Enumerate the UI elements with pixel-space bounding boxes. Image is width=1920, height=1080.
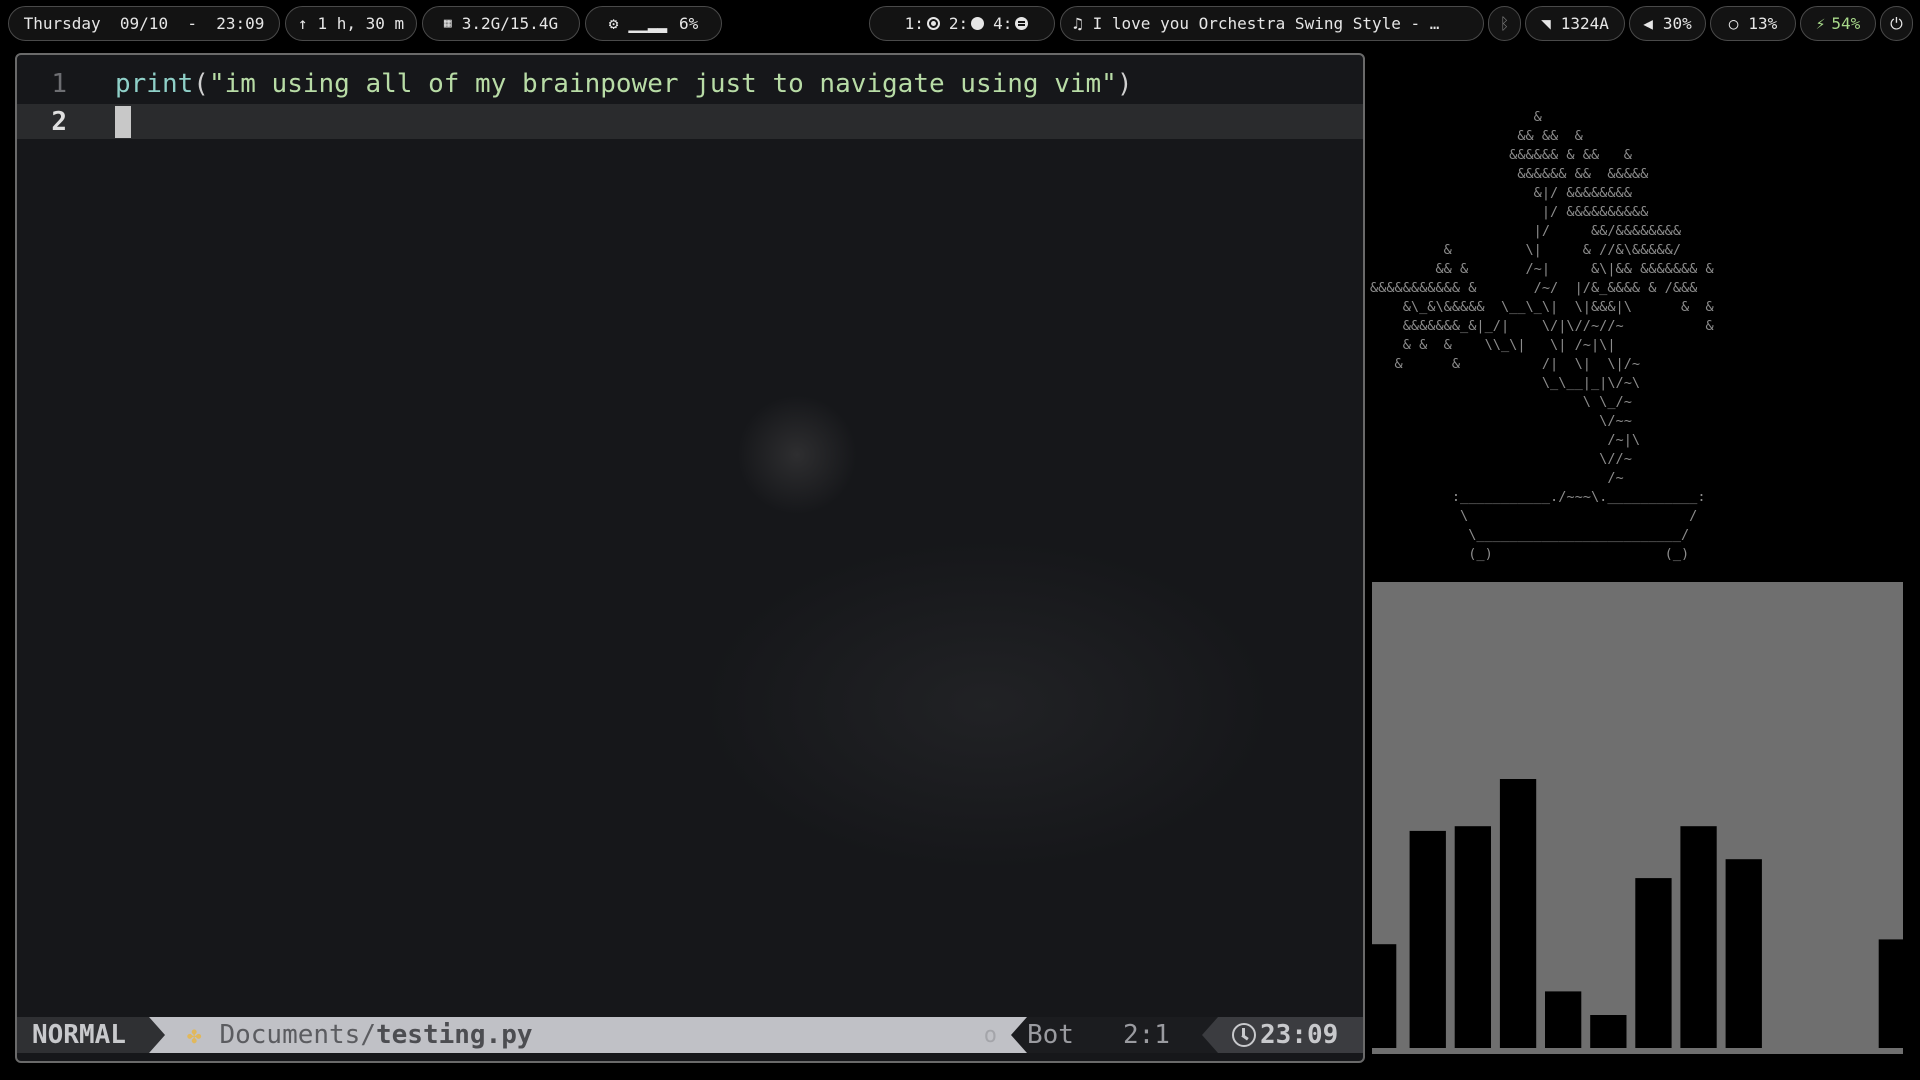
code-line-1[interactable]: 1 print("im using all of my brainpower j… — [17, 66, 1363, 101]
brightness-icon: ○ — [1728, 14, 1739, 33]
audio-visualizer — [1372, 582, 1903, 1054]
speaker-icon: ◀ — [1643, 14, 1653, 33]
arrow-up-icon: ↑ — [297, 14, 308, 33]
workspace-4[interactable]: 4: — [993, 14, 1012, 33]
spotify-icon[interactable] — [1015, 17, 1029, 30]
network-widget[interactable]: ◥ 1324A — [1525, 6, 1625, 41]
scroll-position: Bot — [1027, 1020, 1074, 1050]
music-note-icon: ♫ — [1073, 14, 1083, 33]
clock-text: 23:09 — [1260, 1020, 1339, 1050]
file-name: testing.py — [376, 1020, 533, 1050]
cpu-icon: ⚙ — [608, 14, 619, 33]
visualizer-bars — [1372, 779, 1903, 1048]
date-time-widget[interactable]: Thursday 09/10 - 23:09 — [8, 6, 280, 41]
visualizer-bar — [1635, 878, 1672, 1048]
file-directory: Documents/ — [219, 1020, 376, 1050]
volume-text: 30% — [1662, 14, 1692, 33]
file-path-section: ✤ Documents/testing.py o — [149, 1017, 1027, 1053]
memory-icon: ▦ — [443, 16, 452, 31]
network-text: 1324A — [1560, 14, 1609, 33]
visualizer-bar — [1409, 830, 1446, 1048]
status-bar: Thursday 09/10 - 23:09 ↑ 1 h, 30 m ▦ 3.2G/… — [0, 0, 1920, 47]
visualizer-bar — [1878, 939, 1903, 1048]
cpu-widget[interactable]: ⚙ ▁▁▂▂ 6% — [585, 6, 722, 41]
memory-widget[interactable]: ▦ 3.2G/15.4G — [422, 6, 580, 41]
brightness-widget[interactable]: ○ 13% — [1710, 6, 1796, 41]
media-widget[interactable]: ♫ I love you Orchestra Swing Style - … — [1060, 6, 1484, 41]
battery-text: 54% — [1831, 14, 1861, 33]
brightness-text: 13% — [1748, 14, 1778, 33]
uptime-widget[interactable]: ↑ 1 h, 30 m — [285, 6, 417, 41]
code-line-2[interactable]: 2 — [17, 104, 1363, 139]
line-number: 1 — [51, 68, 67, 99]
battery-widget[interactable]: ⚡ 54% — [1800, 6, 1876, 41]
visualizer-bar — [1725, 859, 1762, 1048]
cursor-position: 2:1 — [1123, 1020, 1170, 1050]
now-playing-text: I love you Orchestra Swing Style - … — [1092, 14, 1440, 33]
wallpaper-shape — [677, 525, 1297, 885]
cpu-percent: 6% — [678, 14, 699, 33]
vim-editor-window[interactable]: 1 print("im using all of my brainpower j… — [15, 53, 1365, 1063]
visualizer-bar — [1680, 826, 1717, 1048]
cpu-graph: ▁▁▂▂ — [628, 14, 667, 33]
bluetooth-widget[interactable]: ᛒ — [1488, 6, 1521, 41]
code-text: print("im using all of my brainpower jus… — [115, 68, 1133, 99]
vim-statusline: NORMAL ✤ Documents/testing.py o Bot 2:1 … — [17, 1017, 1363, 1053]
wifi-icon: ◥ — [1541, 14, 1551, 33]
workspace-2[interactable]: 2: — [949, 14, 968, 33]
bluetooth-icon: ᛒ — [1499, 14, 1510, 33]
block-cursor — [115, 105, 131, 138]
power-button[interactable]: ⏻ — [1880, 6, 1913, 41]
visualizer-bar — [1590, 1015, 1627, 1048]
line-number: 2 — [51, 106, 67, 137]
moon-icon[interactable] — [971, 17, 985, 30]
clock-icon — [1232, 1023, 1256, 1047]
volume-widget[interactable]: ◀ 30% — [1629, 6, 1706, 41]
workspaces-widget: 1: 2: 4: — [869, 6, 1055, 41]
lsp-indicator: o — [983, 1022, 997, 1048]
visualizer-bar — [1545, 991, 1582, 1048]
power-icon: ⏻ — [1890, 13, 1903, 33]
mode-indicator: NORMAL — [17, 1017, 149, 1053]
battery-charging-icon: ⚡ — [1815, 14, 1826, 33]
uptime-text: 1 h, 30 m — [317, 14, 405, 33]
python-icon: ✤ — [187, 1021, 202, 1049]
visualizer-bar — [1372, 944, 1397, 1048]
workspace-1[interactable]: 1: — [905, 14, 924, 33]
wallpaper-glow — [737, 395, 857, 515]
memory-text: 3.2G/15.4G — [461, 14, 559, 33]
visualizer-bar — [1499, 779, 1537, 1048]
date-time-text: Thursday 09/10 - 23:09 — [23, 14, 265, 33]
clock-section: 23:09 — [1202, 1017, 1363, 1053]
record-icon[interactable] — [926, 17, 940, 30]
bonsai-ascii-art: & && && & &&&&&& & && & &&&&&& && &&&&& … — [1370, 109, 1714, 562]
visualizer-bar — [1454, 826, 1491, 1048]
